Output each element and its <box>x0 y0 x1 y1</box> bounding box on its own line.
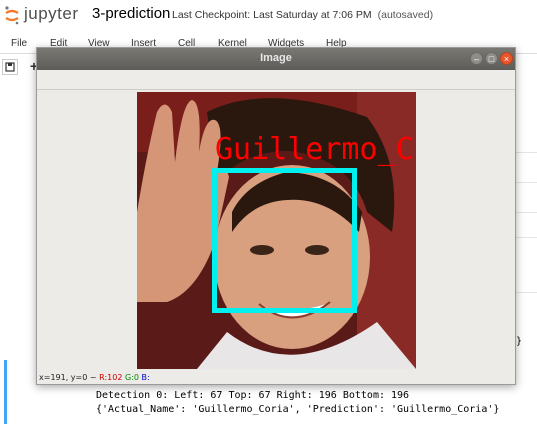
green-value: G:0 <box>124 373 139 382</box>
jupyter-header: jupyter 3-prediction Last Checkpoint: La… <box>0 0 537 32</box>
prediction-output: {'Actual_Name': 'Guillermo_Coria', 'Pred… <box>96 404 500 415</box>
jupyter-logo-text: jupyter <box>24 4 79 23</box>
menu-file[interactable]: File <box>11 38 27 49</box>
cell-divider <box>516 237 537 238</box>
cell-divider <box>516 292 537 293</box>
face-bounding-box <box>212 168 357 313</box>
minimize-icon: – <box>473 54 479 64</box>
cursor-coords: x=191, y=0 <box>39 373 88 382</box>
window-title: Image <box>260 52 292 64</box>
window-toolbar <box>37 70 515 90</box>
save-button[interactable] <box>2 59 18 75</box>
cell-divider <box>516 152 537 153</box>
close-icon: × <box>503 54 510 64</box>
maximize-icon: □ <box>488 54 495 64</box>
blue-value: B: <box>141 373 150 382</box>
minimize-button[interactable]: – <box>470 52 483 65</box>
checkpoint-text: Last Checkpoint: Last Saturday at 7:06 P… <box>172 9 372 21</box>
cell-divider <box>516 212 537 213</box>
detection-output: Detection 0: Left: 67 Top: 67 Right: 196… <box>96 390 410 401</box>
window-titlebar[interactable]: Image – □ × <box>37 48 515 70</box>
checkpoint-status: Last Checkpoint: Last Saturday at 7:06 P… <box>172 9 433 21</box>
red-value: R:102 <box>99 373 123 382</box>
status-separator: ~ <box>89 373 97 382</box>
pixel-status-bar: x=191, y=0 ~ R:102 G:0 B: <box>39 373 150 382</box>
image-canvas[interactable]: Guillermo_C <box>137 92 416 369</box>
jupyter-logo-icon[interactable] <box>4 5 20 25</box>
output-brace: } <box>516 336 523 347</box>
maximize-button[interactable]: □ <box>485 52 498 65</box>
notebook-name[interactable]: 3-prediction <box>92 5 170 22</box>
selected-cell-indicator <box>4 360 7 424</box>
autosaved-text: (autosaved) <box>377 9 434 21</box>
close-button[interactable]: × <box>500 52 513 65</box>
save-icon <box>5 62 15 72</box>
image-window: Image – □ × Guillermo_C x=191, y=0 ~ R:1… <box>36 47 516 385</box>
face-name-label: Guillermo_C <box>215 132 414 167</box>
cell-divider <box>516 182 537 183</box>
